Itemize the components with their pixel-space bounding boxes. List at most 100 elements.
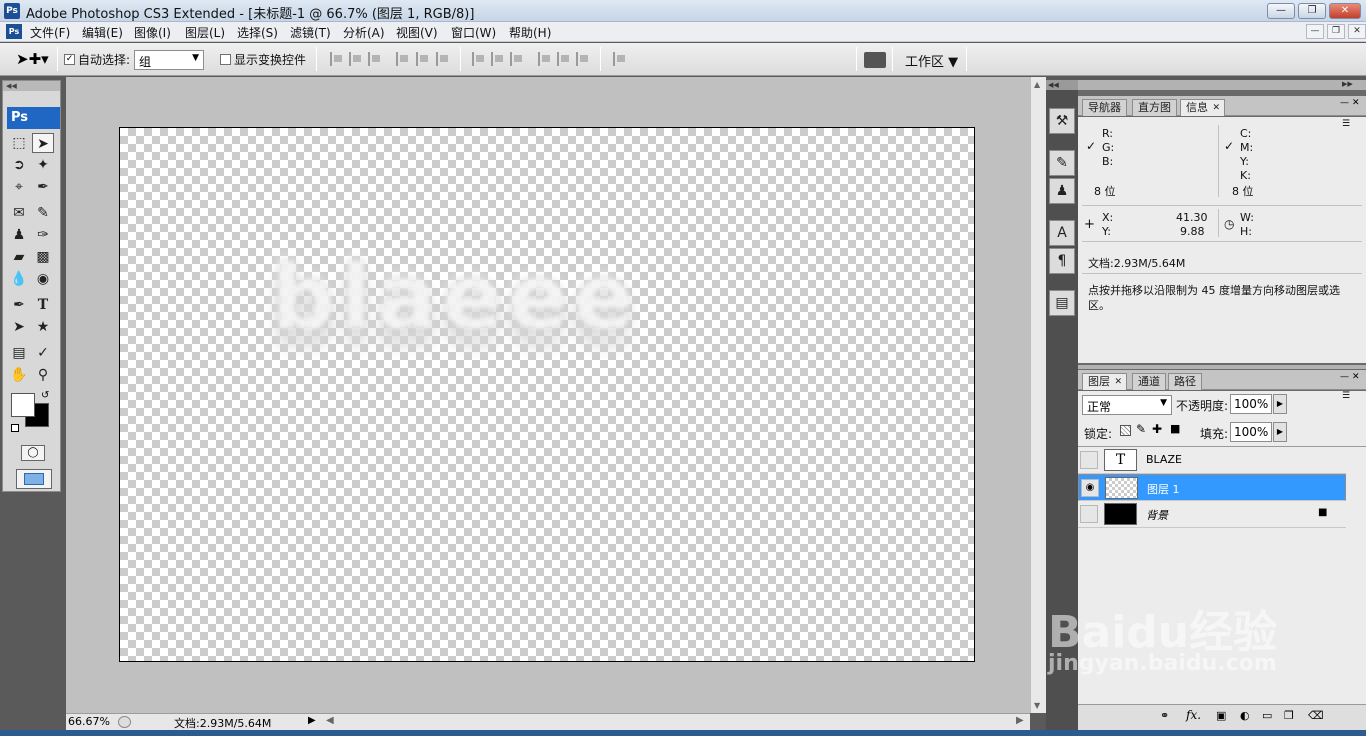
align-left-icon[interactable] (396, 52, 410, 66)
cmyk-eyedropper-icon[interactable]: ✓ (1224, 139, 1234, 153)
layer-row[interactable]: T BLAZE (1078, 447, 1346, 474)
distribute-right-icon[interactable] (576, 52, 590, 66)
menu-image[interactable]: 图像(I) (134, 24, 171, 41)
opacity-slider-toggle[interactable]: ▶ (1273, 394, 1287, 414)
link-layers-icon[interactable]: ⚭ (1160, 709, 1169, 722)
new-group-icon[interactable]: ▭ (1262, 709, 1272, 722)
document-icon[interactable]: Ps (6, 24, 22, 39)
menu-layer[interactable]: 图层(L) (185, 24, 225, 41)
clone-source-icon[interactable]: ♟ (1049, 178, 1075, 204)
auto-align-icon[interactable] (613, 52, 627, 66)
eye-icon[interactable]: ◉ (1081, 479, 1099, 497)
tab-navigator[interactable]: 导航器 (1082, 99, 1127, 116)
brushes-icon[interactable]: ✎ (1049, 150, 1075, 176)
move-tool-icon[interactable]: ➤ (32, 133, 54, 153)
opacity-input[interactable]: 100% (1230, 394, 1272, 414)
dodge-tool-icon[interactable]: ◉ (32, 269, 54, 289)
layer-row[interactable]: 背景 ■ (1078, 501, 1346, 528)
pen-tool-icon[interactable]: ✒ (8, 295, 30, 315)
dock-collapse-icon[interactable]: ◀◀ (1046, 80, 1078, 90)
delete-layer-icon[interactable]: ⌫ (1308, 709, 1324, 722)
scroll-up-icon[interactable]: ▲ (1034, 80, 1040, 89)
tab-layers[interactable]: 图层 ✕ (1082, 373, 1127, 390)
show-transform-checkbox[interactable] (220, 54, 231, 65)
align-top-icon[interactable] (330, 52, 344, 66)
workspace-button[interactable]: 工作区 ▼ (905, 51, 958, 70)
distribute-vcenter-icon[interactable] (491, 52, 505, 66)
fill-input[interactable]: 100% (1230, 422, 1272, 442)
clone-stamp-tool-icon[interactable]: ♟ (8, 225, 30, 245)
menu-edit[interactable]: 编辑(E) (82, 24, 123, 41)
default-colors-icon[interactable] (11, 424, 19, 432)
align-right-icon[interactable] (436, 52, 450, 66)
zoom-level[interactable]: 66.67% (68, 715, 110, 728)
close-icon[interactable]: ✕ (1114, 374, 1122, 390)
close-button[interactable]: ✕ (1329, 3, 1361, 19)
panel-close-icon[interactable]: ✕ (1352, 98, 1360, 108)
scroll-down-icon[interactable]: ▼ (1034, 701, 1040, 710)
adjustment-layer-icon[interactable]: ◐ (1240, 709, 1250, 722)
panel-minimize-icon[interactable]: — (1340, 98, 1349, 108)
document-canvas[interactable]: blaeee blaeee blaeee (119, 127, 975, 662)
tab-channels[interactable]: 通道 (1132, 373, 1166, 390)
hscroll-right-icon[interactable]: ▶ (1016, 715, 1024, 726)
canvas-vertical-scrollbar[interactable]: ▲ ▼ (1030, 77, 1046, 713)
align-vcenter-icon[interactable] (349, 52, 363, 66)
distribute-bottom-icon[interactable] (510, 52, 524, 66)
tab-info[interactable]: 信息 ✕ (1180, 99, 1225, 116)
panel-menu-icon[interactable]: ☰ (1342, 391, 1350, 401)
gradient-tool-icon[interactable]: ▩ (32, 247, 54, 267)
move-tool-preset-icon[interactable]: ➤✚▾ (16, 50, 49, 68)
layers-panel-header[interactable] (1078, 365, 1366, 369)
align-hcenter-icon[interactable] (416, 52, 430, 66)
crop-tool-icon[interactable]: ⌖ (8, 177, 30, 197)
blend-mode-dropdown[interactable]: 正常 ▼ (1082, 395, 1172, 415)
fx-icon[interactable]: fx. (1186, 708, 1201, 722)
layer-row-selected[interactable]: ◉ 图层 1 (1078, 474, 1346, 501)
layer-comps-icon[interactable]: ▤ (1049, 290, 1075, 316)
panels-header[interactable] (1078, 80, 1366, 90)
panel-minimize-icon[interactable]: — (1340, 372, 1349, 382)
shape-tool-icon[interactable]: ★ (32, 317, 54, 337)
character-panel-icon[interactable]: A (1049, 220, 1075, 246)
rgb-eyedropper-icon[interactable]: ✓ (1086, 139, 1096, 153)
visibility-toggle[interactable] (1080, 451, 1098, 469)
toolbox-header[interactable]: ◀◀ (3, 81, 60, 91)
auto-select-checkbox[interactable]: ✓ (64, 54, 75, 65)
eyedropper-tool-icon[interactable]: ✓ (32, 343, 54, 363)
lock-all-icon[interactable]: ■ (1170, 422, 1180, 435)
fill-slider-toggle[interactable]: ▶ (1273, 422, 1287, 442)
slice-tool-icon[interactable]: ✒ (32, 177, 54, 197)
hand-tool-icon[interactable]: ✋ (8, 365, 30, 385)
healing-brush-tool-icon[interactable]: ✉ (8, 203, 30, 223)
distribute-left-icon[interactable] (538, 52, 552, 66)
maximize-button[interactable]: ❐ (1298, 3, 1326, 19)
add-mask-icon[interactable]: ▣ (1216, 709, 1226, 722)
zoom-tool-icon[interactable]: ⚲ (32, 365, 54, 385)
align-bottom-icon[interactable] (368, 52, 382, 66)
doc-restore-button[interactable]: ❐ (1327, 24, 1345, 39)
panels-expand-icon[interactable]: ▶▶ (1342, 80, 1353, 88)
distribute-hcenter-icon[interactable] (557, 52, 571, 66)
quick-mask-icon[interactable]: ◯ (21, 445, 45, 461)
doc-close-button[interactable]: ✕ (1348, 24, 1366, 39)
menu-view[interactable]: 视图(V) (396, 24, 438, 41)
status-info-icon[interactable] (118, 716, 131, 728)
eraser-tool-icon[interactable]: ▰ (8, 247, 30, 267)
close-icon[interactable]: ✕ (1212, 100, 1220, 116)
visibility-toggle[interactable] (1080, 505, 1098, 523)
menu-window[interactable]: 窗口(W) (451, 24, 496, 41)
swap-colors-icon[interactable]: ↺ (41, 390, 49, 401)
tool-presets-icon[interactable]: ⚒ (1049, 108, 1075, 134)
doc-minimize-button[interactable]: — (1306, 24, 1324, 39)
path-selection-tool-icon[interactable]: ➤ (8, 317, 30, 337)
new-layer-icon[interactable]: ❐ (1284, 709, 1294, 722)
panel-close-icon[interactable]: ✕ (1352, 372, 1360, 382)
magic-wand-tool-icon[interactable]: ✦ (32, 155, 54, 175)
panel-menu-icon[interactable]: ☰ (1342, 119, 1350, 129)
lock-transparent-icon[interactable] (1120, 425, 1131, 436)
menu-file[interactable]: 文件(F) (30, 24, 70, 41)
hscroll-left-icon[interactable]: ◀ (326, 715, 334, 726)
foreground-color-swatch[interactable] (11, 393, 35, 417)
bridge-icon[interactable] (864, 52, 886, 68)
